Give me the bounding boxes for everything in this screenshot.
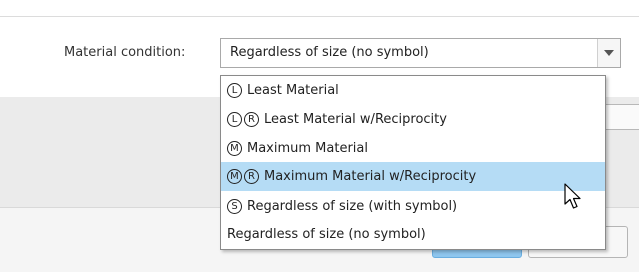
regardless-of-size-symbol-icon: S bbox=[227, 199, 242, 214]
option-least-material[interactable]: L Least Material bbox=[221, 77, 605, 104]
select-dropdown-toggle[interactable] bbox=[597, 39, 620, 67]
material-condition-label: Material condition: bbox=[64, 45, 186, 60]
option-regardless-of-size-no-symbol[interactable]: Regardless of size (no symbol) bbox=[221, 221, 605, 248]
option-label: Regardless of size (no symbol) bbox=[227, 227, 426, 242]
option-label: Maximum Material bbox=[247, 141, 368, 156]
option-maximum-material-reciprocity[interactable]: M R Maximum Material w/Reciprocity bbox=[221, 162, 605, 191]
dialog-top-band bbox=[0, 0, 639, 16]
reciprocity-symbol-icon: R bbox=[244, 112, 259, 127]
option-least-material-reciprocity[interactable]: L R Least Material w/Reciprocity bbox=[221, 106, 605, 133]
least-material-symbol-icon: L bbox=[227, 83, 242, 98]
select-current-value: Regardless of size (no symbol) bbox=[230, 45, 429, 60]
material-condition-dropdown-list[interactable]: L Least Material L R Least Material w/Re… bbox=[220, 75, 606, 250]
option-label: Regardless of size (with symbol) bbox=[247, 199, 458, 214]
material-condition-select[interactable]: Regardless of size (no symbol) bbox=[220, 38, 621, 68]
maximum-material-symbol-icon: M bbox=[227, 169, 242, 184]
mouse-pointer-icon bbox=[564, 183, 581, 209]
option-label: Least Material w/Reciprocity bbox=[264, 112, 447, 127]
maximum-material-symbol-icon: M bbox=[227, 141, 242, 156]
least-material-symbol-icon: L bbox=[227, 112, 242, 127]
option-label: Least Material bbox=[247, 83, 339, 98]
option-regardless-of-size-with-symbol[interactable]: S Regardless of size (with symbol) bbox=[221, 193, 605, 220]
reciprocity-symbol-icon: R bbox=[244, 169, 259, 184]
option-maximum-material[interactable]: M Maximum Material bbox=[221, 135, 605, 162]
chevron-down-icon bbox=[604, 50, 614, 56]
option-label: Maximum Material w/Reciprocity bbox=[264, 169, 477, 184]
